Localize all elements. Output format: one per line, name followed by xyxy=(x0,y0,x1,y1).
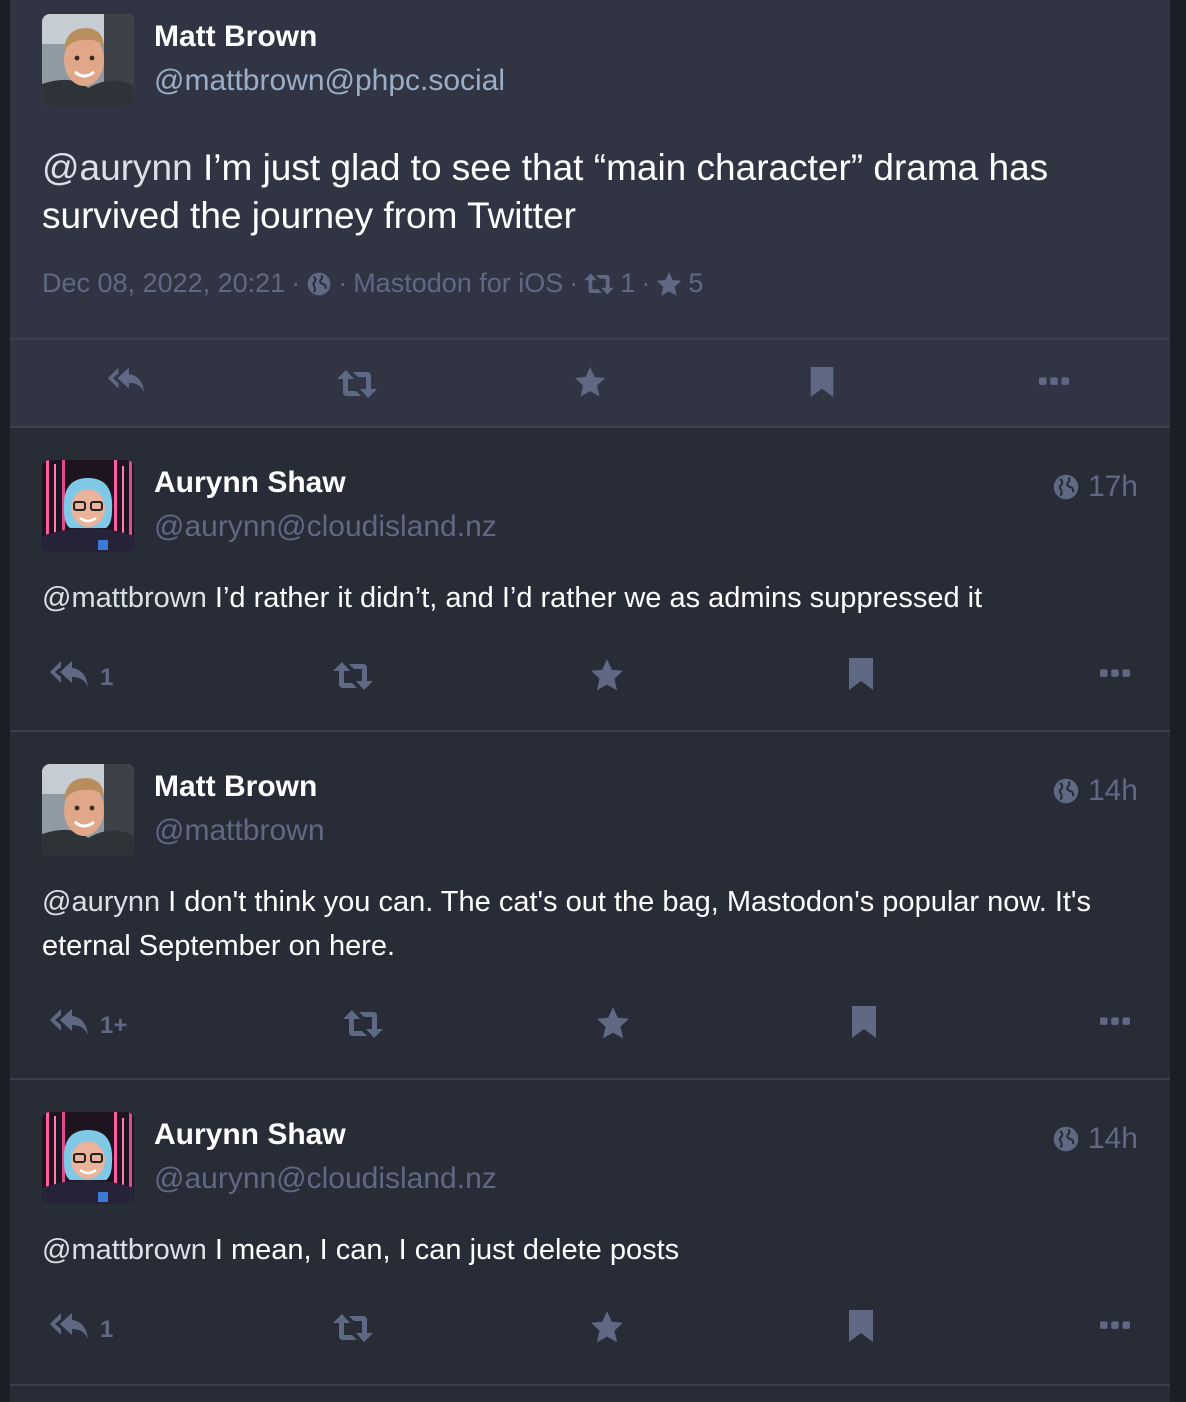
author-handle[interactable]: @mattbrown@phpc.social xyxy=(154,64,505,98)
author-name[interactable]: Matt Brown xyxy=(154,20,317,54)
status-content: @aurynn I don't think you can. The cat's… xyxy=(42,880,1132,968)
status-text: I’d rather it didn’t, and I’d rather we … xyxy=(206,582,983,614)
mention-link[interactable]: @mattbrown xyxy=(42,1234,207,1266)
avatar[interactable] xyxy=(42,460,134,552)
reply-all-icon[interactable] xyxy=(50,658,90,690)
boost-icon[interactable] xyxy=(342,1010,384,1038)
boost-icon[interactable] xyxy=(337,370,377,398)
status-text: I’m just glad to see that “main characte… xyxy=(42,147,1049,236)
status-application[interactable]: Mastodon for iOS xyxy=(353,268,563,299)
globe-icon xyxy=(1052,1125,1080,1153)
reply-status[interactable]: Aurynn Shaw @aurynn@cloudisland.nz 17h @… xyxy=(10,428,1170,732)
bookmark-icon[interactable] xyxy=(848,658,874,690)
globe-icon xyxy=(1052,473,1080,501)
globe-icon xyxy=(1052,777,1080,805)
relative-time[interactable]: 17h xyxy=(1088,470,1138,504)
globe-icon xyxy=(306,271,332,297)
status-time[interactable]: 14h xyxy=(1052,774,1138,808)
mention-link[interactable]: @mattbrown xyxy=(42,582,207,614)
avatar-image xyxy=(42,1112,134,1204)
reply-status[interactable]: Matt Brown @mattbrown 14h @aurynn I don'… xyxy=(10,732,1170,1080)
more-icon[interactable] xyxy=(1039,377,1069,387)
status-content: @mattbrown I mean, I can, I can just del… xyxy=(42,1228,1132,1272)
author-handle[interactable]: @aurynn@cloudisland.nz xyxy=(154,510,497,544)
author-name[interactable]: Matt Brown xyxy=(154,770,317,804)
status-content: @aurynn I’m just glad to see that “main … xyxy=(42,144,1132,240)
more-icon[interactable] xyxy=(1100,1017,1130,1027)
reply-status[interactable]: Aurynn Shaw @aurynn@cloudisland.nz 14h @… xyxy=(10,1080,1170,1386)
star-icon[interactable] xyxy=(574,366,606,398)
author-name[interactable]: Aurynn Shaw xyxy=(154,1118,346,1152)
mention-link[interactable]: @aurynn xyxy=(42,886,160,918)
right-frame xyxy=(1170,0,1186,1402)
bookmark-icon[interactable] xyxy=(851,1006,877,1038)
action-bar xyxy=(10,338,1170,428)
more-icon[interactable] xyxy=(1100,669,1130,679)
meta-separator: · xyxy=(641,268,651,298)
avatar-image xyxy=(42,14,134,106)
status-time[interactable]: 17h xyxy=(1052,470,1138,504)
reply-all-icon[interactable] xyxy=(50,1006,90,1038)
focal-status: Matt Brown @mattbrown@phpc.social @auryn… xyxy=(10,0,1170,428)
more-icon[interactable] xyxy=(1100,1321,1130,1331)
meta-separator: · xyxy=(569,268,579,298)
avatar[interactable] xyxy=(42,764,134,856)
status-text: I mean, I can, I can just delete posts xyxy=(206,1234,680,1266)
reply-count: 1 xyxy=(100,1316,114,1343)
boost-count[interactable]: 1 xyxy=(620,268,635,299)
boost-icon[interactable] xyxy=(332,662,374,690)
avatar[interactable] xyxy=(42,1112,134,1204)
boost-icon[interactable] xyxy=(332,1314,374,1342)
relative-time[interactable]: 14h xyxy=(1088,774,1138,808)
reply-all-icon[interactable] xyxy=(108,364,146,396)
bookmark-icon[interactable] xyxy=(848,1310,874,1342)
left-frame xyxy=(0,0,10,1402)
avatar-image xyxy=(42,764,134,856)
mention-link[interactable]: @aurynn xyxy=(42,147,193,188)
meta-separator: · xyxy=(338,268,348,298)
author-handle[interactable]: @mattbrown xyxy=(154,814,325,848)
reply-count: 1 xyxy=(100,664,114,691)
status-text: I don't think you can. The cat's out the… xyxy=(42,886,1091,962)
reply-all-icon[interactable] xyxy=(50,1310,90,1342)
meta-separator: · xyxy=(291,268,301,298)
boost-icon xyxy=(584,273,614,295)
status-date[interactable]: Dec 08, 2022, 20:21 xyxy=(42,268,285,299)
star-icon xyxy=(656,271,682,297)
star-icon[interactable] xyxy=(596,1006,630,1040)
author-handle[interactable]: @aurynn@cloudisland.nz xyxy=(154,1162,497,1196)
favourite-count[interactable]: 5 xyxy=(688,268,703,299)
relative-time[interactable]: 14h xyxy=(1088,1122,1138,1156)
avatar-image xyxy=(42,460,134,552)
thread-column: Matt Brown @mattbrown@phpc.social @auryn… xyxy=(10,0,1170,1402)
bookmark-icon[interactable] xyxy=(810,367,834,397)
author-name[interactable]: Aurynn Shaw xyxy=(154,466,346,500)
status-time[interactable]: 14h xyxy=(1052,1122,1138,1156)
avatar[interactable] xyxy=(42,14,134,106)
status-content: @mattbrown I’d rather it didn’t, and I’d… xyxy=(42,576,1132,620)
reply-count: 1+ xyxy=(100,1012,128,1039)
star-icon[interactable] xyxy=(590,658,624,692)
status-meta: Dec 08, 2022, 20:21 · · Mastodon for iOS… xyxy=(42,268,703,299)
star-icon[interactable] xyxy=(590,1310,624,1344)
